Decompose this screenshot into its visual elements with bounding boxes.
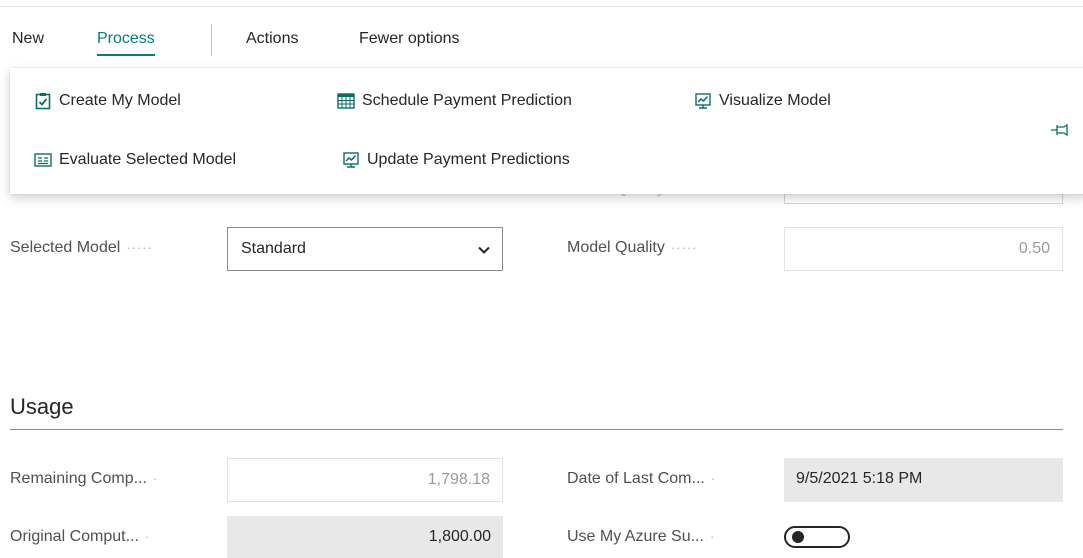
update-payment-predictions-action[interactable]: Update Payment Predictions: [342, 151, 570, 169]
action-bar: New Process Actions Fewer options: [0, 24, 1083, 56]
new-menu[interactable]: New: [12, 30, 44, 48]
original-compute-field: 1,800.00: [227, 516, 503, 558]
process-dropdown: Create My Model Schedule Payment Predict…: [10, 68, 1083, 194]
pin-icon[interactable]: [1050, 123, 1070, 137]
usage-section-title: Usage: [10, 394, 74, 419]
calendar-grid-icon: [337, 93, 355, 109]
original-compute-value: 1,800.00: [428, 528, 491, 545]
chart-icon: [695, 93, 711, 109]
use-azure-subscription-label: Use My Azure Su... ·: [567, 528, 716, 545]
date-last-compute-label: Date of Last Com... ·: [567, 470, 717, 487]
remaining-compute-value: 1,798.18: [427, 471, 490, 488]
clipboard-check-icon: [35, 93, 51, 110]
chart-icon: [343, 152, 359, 168]
selected-model-value: Standard: [241, 240, 306, 257]
remaining-compute-field: 1,798.18: [227, 458, 503, 502]
top-divider: [0, 6, 1083, 7]
process-menu[interactable]: Process: [97, 30, 155, 56]
original-compute-label: Original Comput... ·: [10, 528, 151, 545]
model-quality-label: Model Quality ·····: [567, 239, 698, 256]
form-icon: [34, 153, 52, 167]
model-quality-field: 0.50: [784, 227, 1063, 271]
selected-model-label: Selected Model ·····: [10, 239, 153, 256]
model-quality-value: 0.50: [1018, 240, 1050, 257]
selected-model-select[interactable]: Standard: [227, 227, 503, 271]
chevron-down-icon: [478, 246, 490, 254]
visualize-model-action[interactable]: Visualize Model: [694, 92, 831, 110]
date-last-compute-value: 9/5/2021 5:18 PM: [796, 470, 923, 487]
create-my-model-action[interactable]: Create My Model: [34, 92, 181, 110]
evaluate-selected-model-action[interactable]: Evaluate Selected Model: [34, 151, 236, 169]
usage-section-divider: [10, 429, 1063, 430]
schedule-payment-prediction-action[interactable]: Schedule Payment Prediction: [337, 92, 572, 110]
fewer-options-button[interactable]: Fewer options: [359, 30, 460, 48]
date-last-compute-field: 9/5/2021 5:18 PM: [784, 458, 1063, 502]
use-azure-subscription-toggle[interactable]: [784, 526, 850, 548]
actions-menu[interactable]: Actions: [246, 30, 298, 48]
remaining-compute-label: Remaining Comp... ·: [10, 470, 159, 487]
action-bar-separator: [211, 24, 212, 56]
